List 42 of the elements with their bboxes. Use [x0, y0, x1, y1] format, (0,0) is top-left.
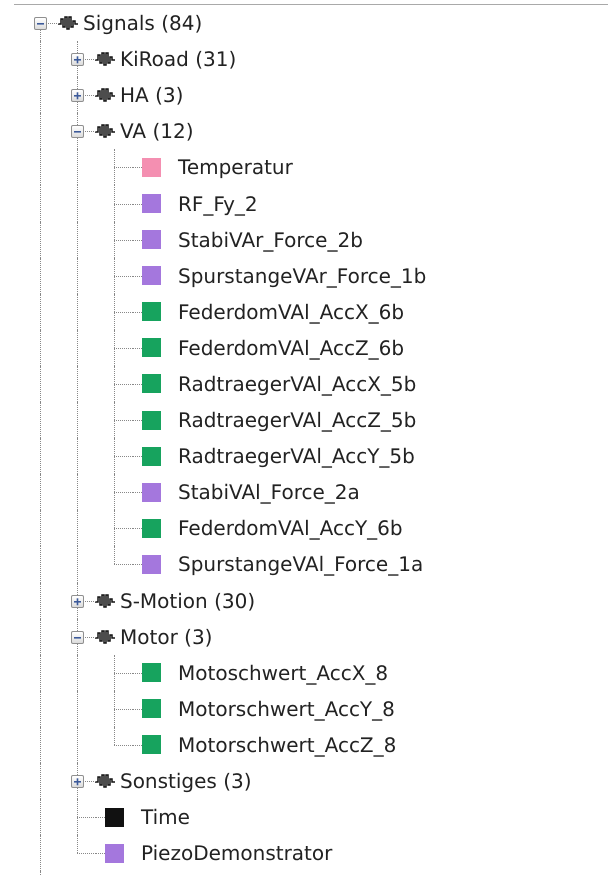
- signal-wave-icon: [95, 773, 115, 790]
- tree-item[interactable]: Motoschwert_AccX_8: [178, 660, 388, 685]
- tree-item[interactable]: Sonstiges (3): [120, 769, 252, 794]
- tree-item[interactable]: RF_Fy_2: [178, 192, 258, 216]
- signal-wave-icon: [95, 87, 115, 104]
- tree-toggle[interactable]: [71, 594, 84, 608]
- tree-item[interactable]: FederdomVAl_AccX_6b: [178, 300, 404, 324]
- tree-toggle[interactable]: [71, 630, 84, 644]
- tree-toggle[interactable]: [71, 125, 84, 138]
- tree-toggle[interactable]: [34, 17, 47, 30]
- signal-wave-icon: [95, 628, 115, 645]
- tree-item[interactable]: Signals (84): [83, 11, 202, 36]
- tree-item[interactable]: StabiVAl_Force_2a: [178, 480, 360, 504]
- plus-icon: [73, 91, 82, 100]
- tree-item[interactable]: SpurstangeVAr_Force_1b: [178, 264, 426, 288]
- tree-item[interactable]: FederdomVAl_AccZ_6b: [178, 336, 404, 360]
- tree-item[interactable]: HA (3): [120, 83, 184, 108]
- tree-item[interactable]: VA (12): [120, 119, 194, 144]
- plus-icon: [73, 777, 82, 786]
- plus-icon: [73, 596, 82, 606]
- tree-item[interactable]: SpurstangeVAl_Force_1a: [178, 552, 424, 576]
- signal-wave-icon: [95, 592, 115, 609]
- tree-item[interactable]: RadtraegerVAl_AccY_5b: [178, 444, 415, 468]
- tree-item[interactable]: StabiVAr_Force_2b: [178, 228, 363, 252]
- tree-item[interactable]: Motor (3): [120, 624, 212, 649]
- signal-wave-icon: [58, 15, 78, 32]
- plus-icon: [73, 55, 82, 64]
- signal-wave-icon: [95, 123, 115, 140]
- tree-item[interactable]: RadtraegerVAl_AccX_5b: [178, 372, 416, 396]
- tree-toggle[interactable]: [71, 89, 84, 102]
- tree-item[interactable]: Temperatur: [178, 155, 293, 180]
- tree-item[interactable]: RadtraegerVAl_AccZ_5b: [178, 408, 416, 432]
- tree-item[interactable]: Time: [141, 805, 190, 830]
- tree-toggle[interactable]: [71, 53, 84, 66]
- tree-item[interactable]: KiRoad (31): [120, 47, 236, 72]
- tree-toggle[interactable]: [71, 775, 84, 788]
- signal-wave-icon: [95, 51, 115, 68]
- tree-item[interactable]: FederdomVAl_AccY_6b: [178, 516, 403, 540]
- tree-item[interactable]: Motorschwert_AccY_8: [178, 696, 395, 721]
- tree-item[interactable]: PiezoDemonstrator: [141, 841, 332, 866]
- tree-item[interactable]: Motorschwert_AccZ_8: [178, 732, 396, 757]
- tree-item[interactable]: S-Motion (30): [120, 588, 256, 613]
